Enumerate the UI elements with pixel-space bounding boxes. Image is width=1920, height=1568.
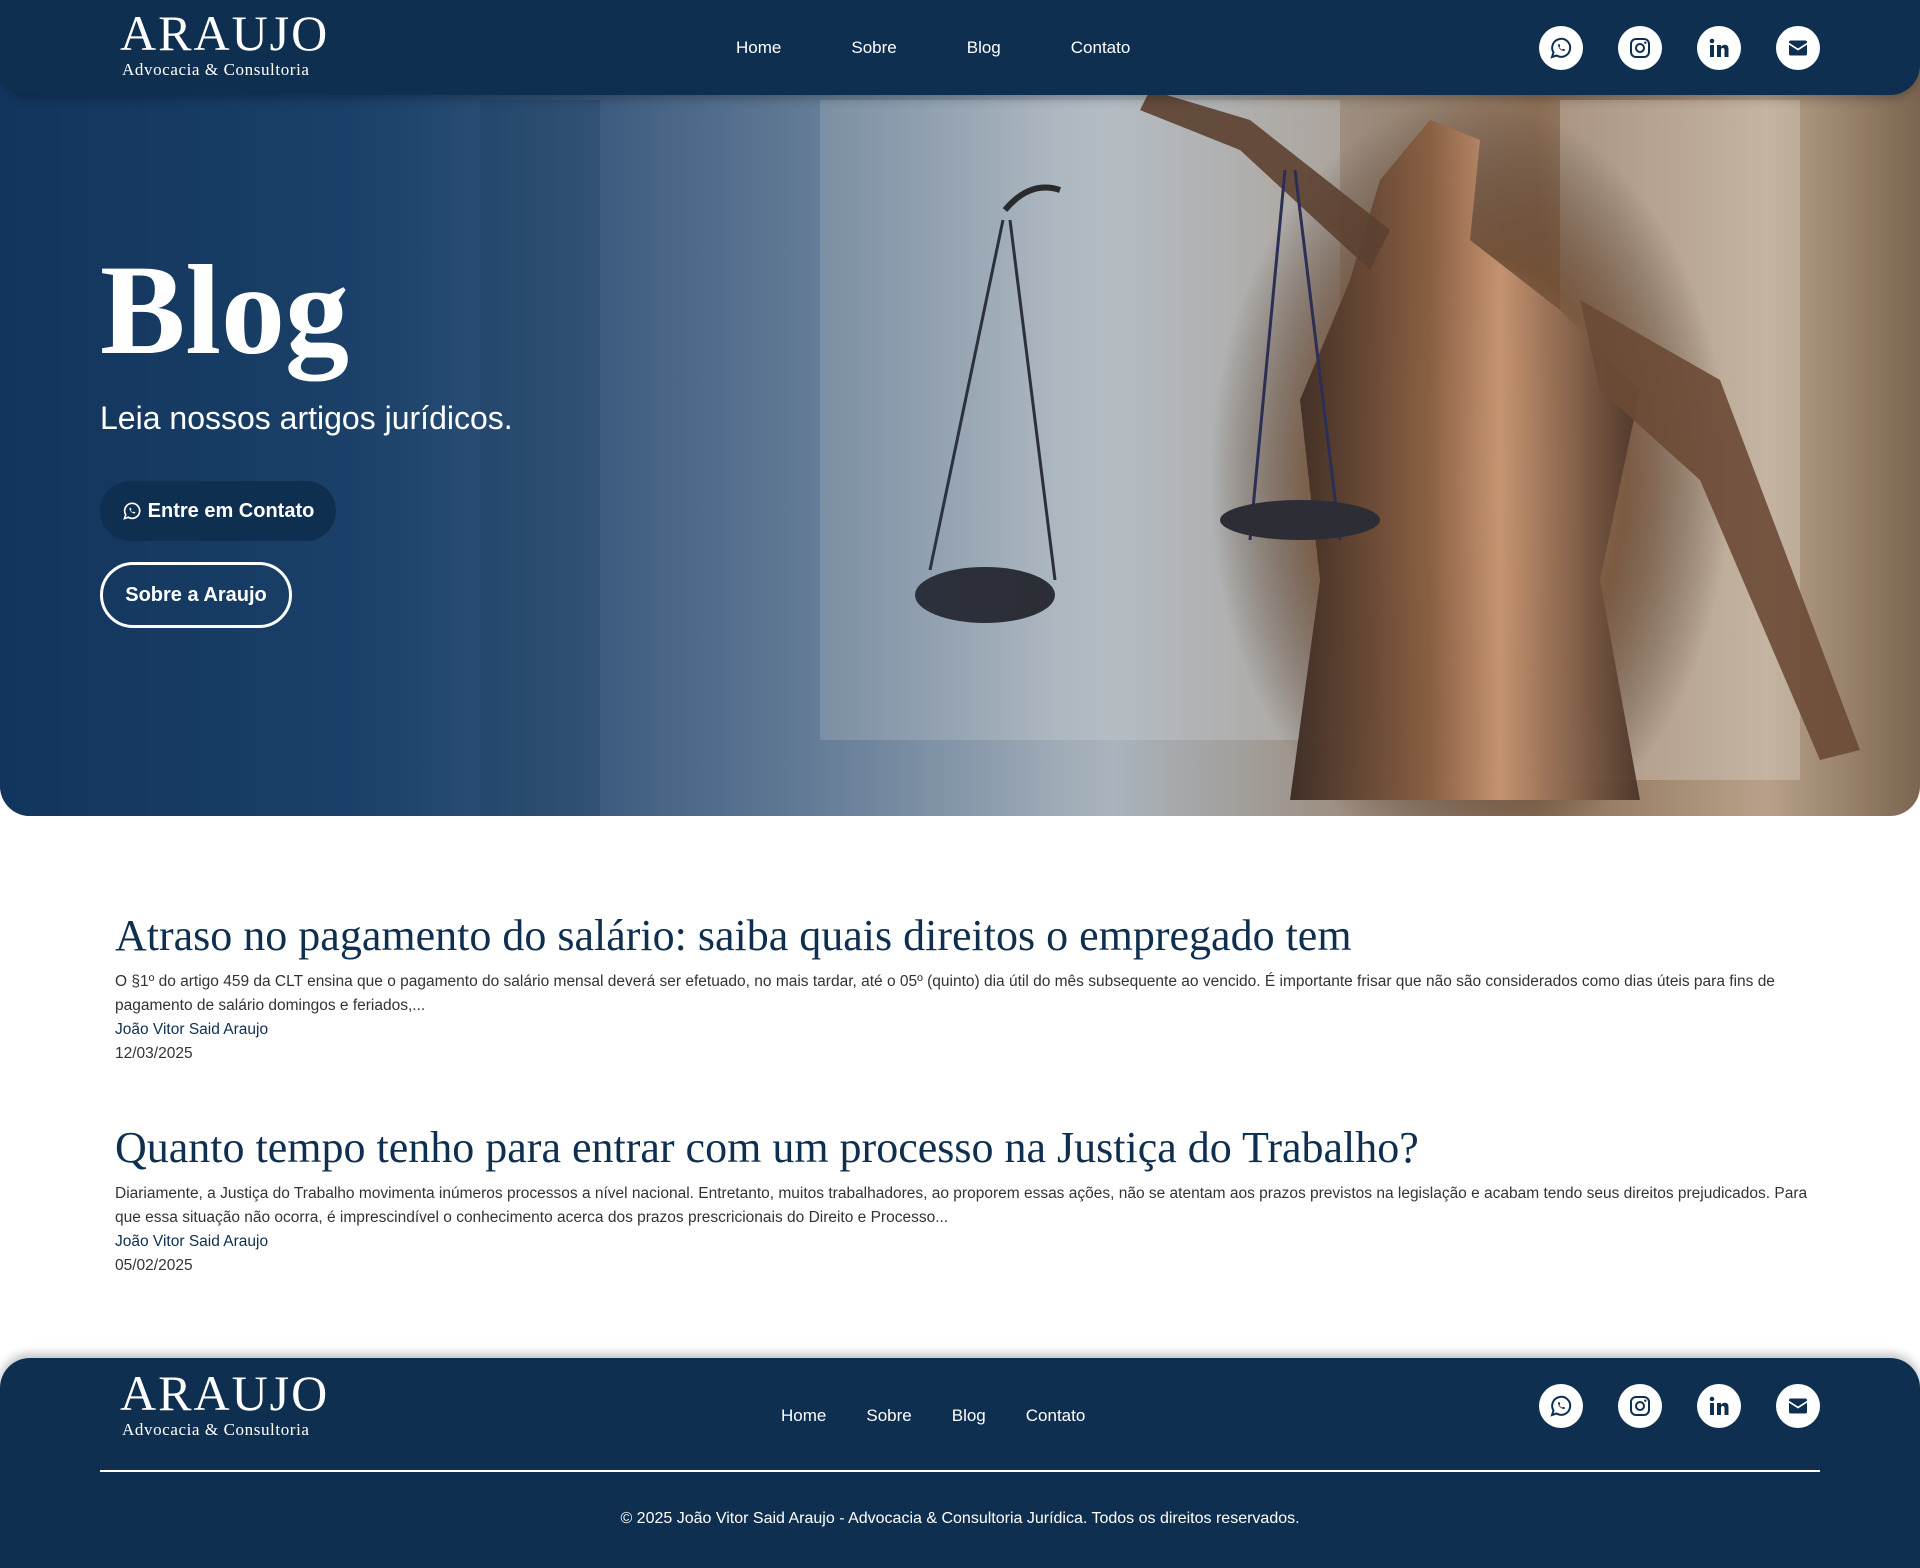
site-footer: ARAUJO Advocacia & Consultoria Home Sobr… (0, 1358, 1920, 1568)
whatsapp-icon (1550, 1395, 1572, 1417)
page-title: Blog (100, 239, 349, 381)
blog-post[interactable]: Quanto tempo tenho para entrar com um pr… (115, 1120, 1815, 1278)
footer-nav-blog[interactable]: Blog (952, 1406, 986, 1426)
blog-post[interactable]: Atraso no pagamento do salário: saiba qu… (115, 908, 1815, 1066)
main-nav: Home Sobre Blog Contato (736, 38, 1200, 58)
about-button[interactable]: Sobre a Araujo (100, 562, 292, 628)
logo-name: ARAUJO (120, 1365, 330, 1421)
logo-name: ARAUJO (120, 5, 330, 61)
linkedin-icon (1709, 38, 1729, 57)
logo-tagline: Advocacia & Consultoria (122, 60, 310, 79)
whatsapp-link[interactable] (1539, 26, 1583, 70)
envelope-icon (1789, 40, 1807, 56)
post-excerpt: Diariamente, a Justiça do Trabalho movim… (115, 1185, 1808, 1226)
email-link[interactable] (1776, 26, 1820, 70)
contact-button[interactable]: Entre em Contato (100, 481, 336, 541)
whatsapp-icon (122, 502, 141, 520)
nav-contato[interactable]: Contato (1071, 38, 1131, 58)
linkedin-link[interactable] (1697, 1384, 1741, 1428)
footer-nav-contato[interactable]: Contato (1026, 1406, 1086, 1426)
post-author: João Vitor Said Araujo (115, 1233, 269, 1250)
instagram-icon (1630, 1396, 1650, 1416)
hero-subtitle: Leia nossos artigos jurídicos. (100, 400, 513, 436)
footer-divider (100, 1470, 1820, 1472)
footer-nav-sobre[interactable]: Sobre (866, 1406, 911, 1426)
whatsapp-icon (1550, 37, 1572, 59)
contact-button-label: Entre em Contato (147, 499, 315, 522)
hero-section: Blog Leia nossos artigos jurídicos. Entr… (0, 60, 1920, 816)
post-title[interactable]: Quanto tempo tenho para entrar com um pr… (115, 1120, 1815, 1176)
instagram-icon (1630, 38, 1650, 58)
footer-nav-home[interactable]: Home (781, 1406, 826, 1426)
instagram-link[interactable] (1618, 1384, 1662, 1428)
hero-overlay (0, 60, 1920, 816)
about-button-label: Sobre a Araujo (125, 583, 267, 606)
post-title[interactable]: Atraso no pagamento do salário: saiba qu… (115, 908, 1815, 964)
logo-tagline: Advocacia & Consultoria (122, 1420, 310, 1439)
footer-social-links (1504, 1384, 1820, 1428)
post-date: 05/02/2025 (115, 1257, 193, 1274)
footer-logo[interactable]: ARAUJO Advocacia & Consultoria (120, 1368, 329, 1440)
footer-nav: Home Sobre Blog Contato (781, 1406, 1125, 1426)
post-author: João Vitor Said Araujo (115, 1021, 269, 1038)
linkedin-link[interactable] (1697, 26, 1741, 70)
instagram-link[interactable] (1618, 26, 1662, 70)
nav-home[interactable]: Home (736, 38, 781, 58)
social-links (1504, 26, 1820, 70)
whatsapp-link[interactable] (1539, 1384, 1583, 1428)
nav-blog[interactable]: Blog (967, 38, 1001, 58)
copyright-text: © 2025 João Vitor Said Araujo - Advocaci… (620, 1510, 1300, 1527)
post-excerpt: O §1º do artigo 459 da CLT ensina que o … (115, 973, 1775, 1014)
email-link[interactable] (1776, 1384, 1820, 1428)
linkedin-icon (1709, 1396, 1729, 1415)
envelope-icon (1789, 1398, 1807, 1414)
nav-sobre[interactable]: Sobre (851, 38, 896, 58)
post-date: 12/03/2025 (115, 1045, 193, 1062)
logo[interactable]: ARAUJO Advocacia & Consultoria (120, 8, 329, 80)
site-header: ARAUJO Advocacia & Consultoria Home Sobr… (0, 0, 1920, 95)
